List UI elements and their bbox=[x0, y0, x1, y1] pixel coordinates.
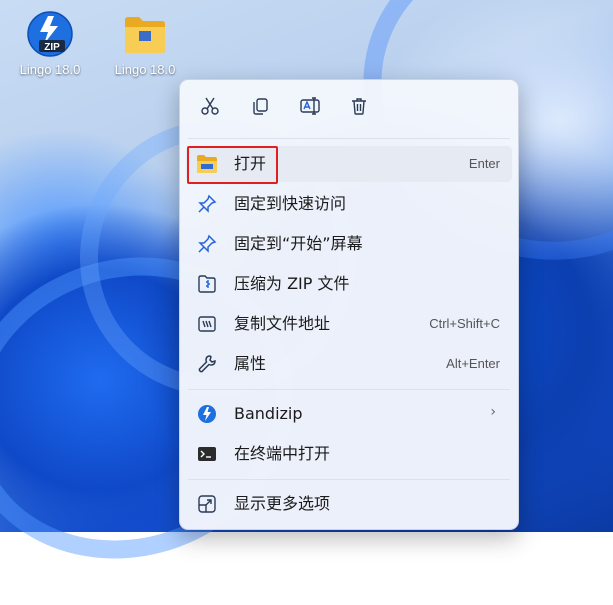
bandizip-zip-icon: ZIP bbox=[26, 10, 74, 58]
menu-separator bbox=[188, 479, 510, 480]
scissors-icon bbox=[200, 96, 220, 120]
menu-item-pin-quick-access[interactable]: 固定到快速访问 bbox=[186, 186, 512, 222]
pin-icon bbox=[196, 233, 218, 255]
pin-icon bbox=[196, 193, 218, 215]
menu-item-label: 显示更多选项 bbox=[234, 494, 331, 513]
chevron-right-icon: › bbox=[490, 404, 496, 420]
desktop-icon-zip[interactable]: ZIP Lingo 18.0 bbox=[8, 10, 92, 77]
menu-item-label: 属性 bbox=[234, 354, 267, 373]
cut-button[interactable] bbox=[194, 92, 226, 124]
delete-button[interactable] bbox=[343, 92, 375, 124]
folder-icon bbox=[121, 10, 169, 58]
menu-separator bbox=[188, 138, 510, 139]
menu-item-pin-start[interactable]: 固定到“开始”屏幕 bbox=[186, 226, 512, 262]
copy-path-icon bbox=[196, 313, 218, 335]
trash-icon bbox=[349, 96, 369, 120]
desktop-icon-folder[interactable]: Lingo 18.0 bbox=[103, 10, 187, 77]
menu-item-label: 在终端中打开 bbox=[234, 444, 331, 463]
menu-item-shortcut: Alt+Enter bbox=[446, 356, 500, 371]
menu-item-open-terminal[interactable]: 在终端中打开 bbox=[186, 436, 512, 472]
menu-item-show-more-options[interactable]: 显示更多选项 bbox=[186, 486, 512, 522]
menu-item-copy-path[interactable]: 复制文件地址 Ctrl+Shift+C bbox=[186, 306, 512, 342]
menu-item-label: 压缩为 ZIP 文件 bbox=[234, 274, 350, 293]
terminal-icon bbox=[196, 443, 218, 465]
highlight-annotation-box bbox=[187, 146, 278, 184]
wrench-icon bbox=[196, 353, 218, 375]
copy-button[interactable] bbox=[244, 92, 276, 124]
menu-item-properties[interactable]: 属性 Alt+Enter bbox=[186, 346, 512, 382]
rename-button[interactable] bbox=[294, 92, 326, 124]
desktop-icon-label: Lingo 18.0 bbox=[114, 62, 176, 77]
copy-icon bbox=[250, 96, 270, 120]
menu-item-compress-zip[interactable]: 压缩为 ZIP 文件 bbox=[186, 266, 512, 302]
more-options-icon bbox=[196, 493, 218, 515]
context-menu-toolbar bbox=[180, 80, 518, 138]
menu-item-shortcut: Enter bbox=[468, 156, 500, 171]
menu-item-label: 固定到快速访问 bbox=[234, 194, 347, 213]
zip-compress-icon bbox=[196, 273, 218, 295]
bandizip-icon bbox=[196, 403, 218, 425]
svg-text:ZIP: ZIP bbox=[44, 42, 60, 53]
menu-item-label: Bandizip bbox=[234, 404, 303, 423]
rename-icon bbox=[299, 96, 321, 120]
desktop-icon-label: Lingo 18.0 bbox=[19, 62, 81, 77]
menu-item-label: 固定到“开始”屏幕 bbox=[234, 234, 363, 253]
menu-item-bandizip[interactable]: Bandizip › bbox=[186, 396, 512, 432]
menu-item-label: 复制文件地址 bbox=[234, 314, 331, 333]
menu-item-shortcut: Ctrl+Shift+C bbox=[429, 316, 500, 331]
menu-separator bbox=[188, 389, 510, 390]
